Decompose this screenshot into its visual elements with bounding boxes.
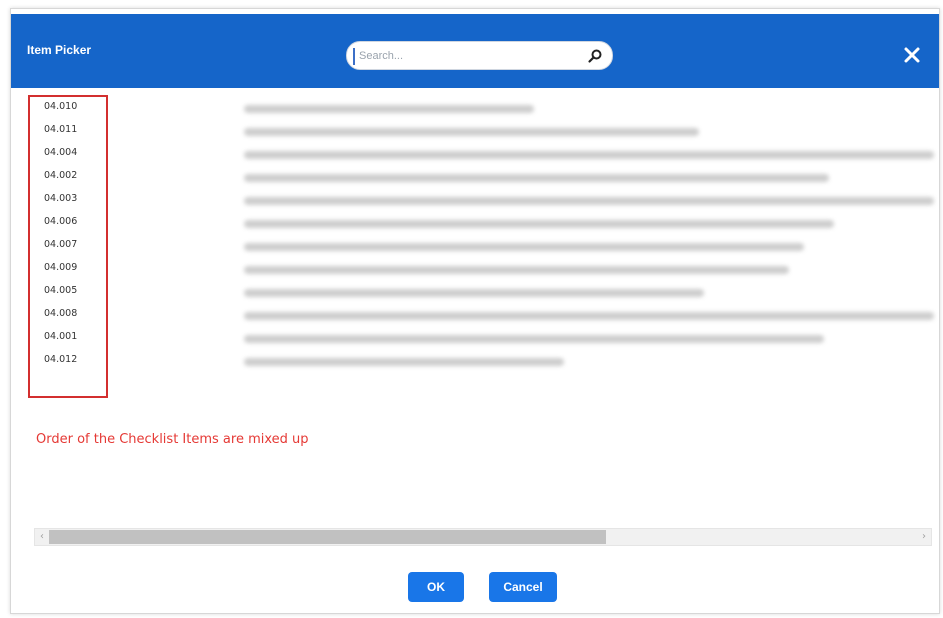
item-description-blurred	[244, 197, 934, 205]
list-item[interactable]: 04.005	[11, 281, 939, 303]
scroll-left-arrow-icon[interactable]: ‹	[36, 530, 48, 544]
list-item[interactable]: 04.012	[11, 350, 939, 372]
ok-button[interactable]: OK	[408, 572, 464, 602]
text-cursor	[353, 48, 355, 65]
list-item[interactable]: 04.006	[11, 212, 939, 234]
item-description-blurred	[244, 289, 704, 297]
item-code: 04.008	[44, 308, 78, 319]
list-item[interactable]: 04.008	[11, 304, 939, 326]
list-item[interactable]: 04.009	[11, 258, 939, 280]
item-description-blurred	[244, 220, 834, 228]
item-description-blurred	[244, 358, 564, 366]
item-description-blurred	[244, 151, 934, 159]
item-description-blurred	[244, 243, 804, 251]
item-code: 04.006	[44, 216, 78, 227]
list-item[interactable]: 04.004	[11, 143, 939, 165]
item-description-blurred	[244, 312, 934, 320]
item-code: 04.009	[44, 262, 78, 273]
list-item[interactable]: 04.007	[11, 235, 939, 257]
item-code: 04.007	[44, 239, 78, 250]
annotation-text: Order of the Checklist Items are mixed u…	[36, 432, 309, 447]
cancel-button[interactable]: Cancel	[489, 572, 557, 602]
dialog-header: Item Picker	[11, 14, 939, 88]
dialog-title: Item Picker	[27, 43, 92, 57]
item-code: 04.012	[44, 354, 78, 365]
item-code: 04.010	[44, 101, 78, 112]
horizontal-scrollbar[interactable]: ‹ ›	[34, 528, 932, 546]
item-code: 04.004	[44, 147, 78, 158]
item-code: 04.001	[44, 331, 78, 342]
item-list: 04.010 04.011 04.004 04.002 04.003 04.00…	[11, 91, 939, 531]
search-input[interactable]	[359, 47, 579, 65]
list-item[interactable]: 04.011	[11, 120, 939, 142]
item-description-blurred	[244, 105, 534, 113]
item-description-blurred	[244, 335, 824, 343]
item-description-blurred	[244, 128, 699, 136]
list-item[interactable]: 04.001	[11, 327, 939, 349]
item-description-blurred	[244, 174, 829, 182]
search-icon[interactable]	[587, 48, 603, 64]
list-item[interactable]: 04.010	[11, 97, 939, 119]
item-code: 04.002	[44, 170, 78, 181]
item-picker-dialog: Item Picker 04.010 04.011 04.004	[10, 8, 940, 614]
close-icon[interactable]	[901, 44, 923, 66]
item-code: 04.011	[44, 124, 78, 135]
item-code: 04.003	[44, 193, 78, 204]
scroll-right-arrow-icon[interactable]: ›	[918, 530, 930, 544]
list-item[interactable]: 04.002	[11, 166, 939, 188]
list-item[interactable]: 04.003	[11, 189, 939, 211]
item-code: 04.005	[44, 285, 78, 296]
item-description-blurred	[244, 266, 789, 274]
search-box[interactable]	[346, 41, 613, 70]
scrollbar-thumb[interactable]	[49, 530, 606, 544]
